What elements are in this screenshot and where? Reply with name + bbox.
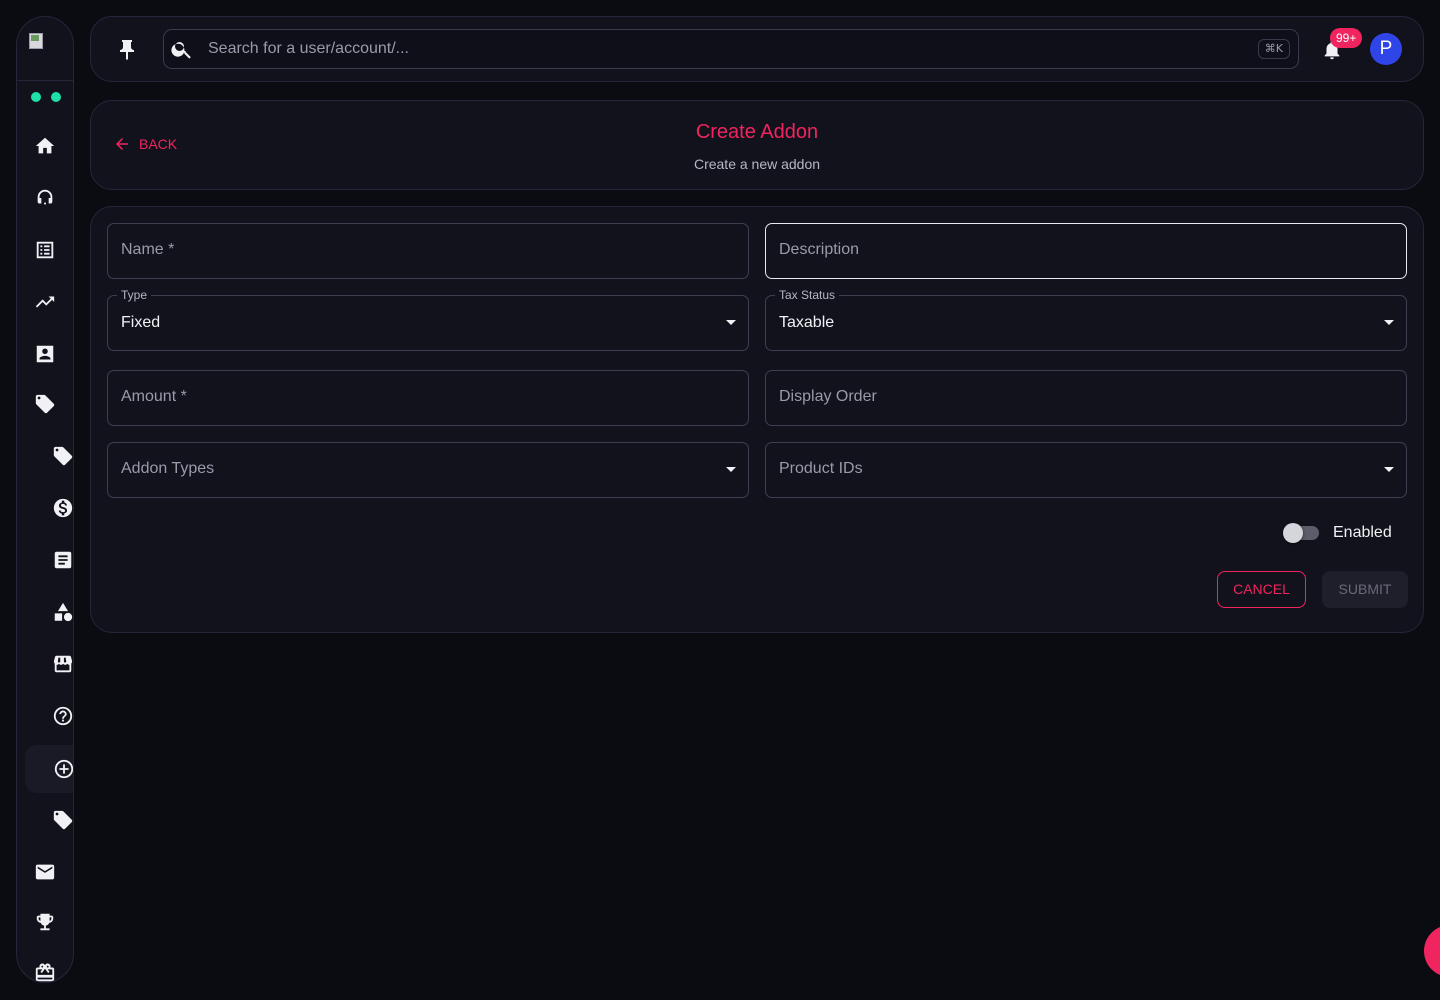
add-circle-icon: [54, 759, 73, 779]
submit-button[interactable]: SUBMIT: [1322, 571, 1408, 608]
sidebar-subitem-store[interactable]: [47, 648, 73, 680]
amount-placeholder: Amount *: [121, 388, 187, 405]
contact-card-icon: [36, 345, 54, 363]
search-icon: [170, 37, 194, 61]
logo-broken-image-icon: [29, 33, 47, 51]
addon-types-placeholder: Addon Types: [121, 460, 215, 477]
enabled-toggle[interactable]: [1283, 523, 1321, 543]
sidebar-item-home[interactable]: [29, 130, 61, 162]
sidebar-subitem-tags[interactable]: [47, 440, 73, 472]
name-placeholder: Name *: [121, 241, 175, 258]
status-dots: [31, 92, 61, 102]
sidebar-item-rewards[interactable]: [29, 906, 61, 938]
name-field[interactable]: Name *: [107, 223, 749, 279]
display-order-field[interactable]: Display Order: [765, 370, 1407, 426]
help-icon: [53, 706, 73, 726]
sidebar-item-contacts[interactable]: [29, 338, 61, 370]
page-title: Create Addon: [695, 121, 819, 143]
addon-types-select[interactable]: Addon Types: [107, 442, 749, 498]
sidebar-item-support[interactable]: [29, 182, 61, 214]
storefront-icon: [53, 655, 73, 673]
product-ids-placeholder: Product IDs: [779, 460, 863, 477]
sidebar-subitem-pricing[interactable]: [47, 492, 73, 524]
sidebar-item-mail[interactable]: [29, 856, 61, 888]
mail-icon: [35, 864, 55, 880]
caret-down-icon: [1384, 467, 1394, 472]
headset-icon: [37, 189, 53, 205]
home-icon: [35, 137, 55, 154]
search-input[interactable]: [208, 30, 1238, 68]
top-bar: ⌘K 99+ P: [90, 16, 1424, 82]
addon-form: Name * Description Type Fixed Tax Status…: [90, 206, 1424, 633]
tag-icon: [53, 446, 73, 466]
display-order-placeholder: Display Order: [779, 388, 877, 405]
page-header: BACK Create Addon Create a new addon: [90, 100, 1424, 190]
type-select[interactable]: Type Fixed: [107, 288, 749, 351]
list-icon: [36, 241, 54, 259]
description-field[interactable]: Description: [765, 223, 1407, 279]
tax-status-select[interactable]: Tax Status Taxable: [765, 288, 1407, 351]
sidebar-item-gift-cards[interactable]: [29, 957, 61, 982]
sidebar-item-analytics[interactable]: [29, 286, 61, 318]
avatar[interactable]: P: [1370, 33, 1402, 65]
shapes-icon: [54, 602, 73, 622]
tax-status-value: Taxable: [779, 314, 835, 331]
dollar-icon: [53, 498, 73, 518]
sidebar-subitem-tags-2[interactable]: [47, 804, 73, 836]
page-subtitle: Create a new addon: [693, 156, 821, 172]
tax-status-label: Tax Status: [775, 288, 840, 302]
product-ids-select[interactable]: Product IDs: [765, 442, 1407, 498]
notification-badge: 99+: [1330, 28, 1363, 48]
cancel-button[interactable]: CANCEL: [1217, 571, 1306, 608]
tag-icon: [35, 394, 55, 414]
description-placeholder: Description: [779, 241, 860, 258]
tag-icon: [53, 810, 73, 830]
trophy-icon: [36, 913, 54, 931]
sidebar-subitem-help[interactable]: [47, 700, 73, 732]
sidebar-subitem-categories[interactable]: [47, 596, 73, 628]
type-label: Type: [117, 288, 152, 302]
article-icon: [54, 551, 72, 569]
pin-icon: [120, 40, 134, 60]
sidebar-divider: [17, 80, 73, 81]
floating-action-button[interactable]: [1424, 925, 1440, 977]
caret-down-icon: [726, 467, 736, 472]
amount-field[interactable]: Amount *: [107, 370, 749, 426]
caret-down-icon: [726, 320, 736, 325]
shortcut-hint: ⌘K: [1257, 39, 1290, 59]
sidebar-item-tags[interactable]: [29, 388, 61, 420]
sidebar-item-list[interactable]: [29, 234, 61, 266]
enabled-label: Enabled: [1333, 524, 1392, 541]
enabled-toggle-row: Enabled: [1283, 523, 1392, 543]
sidebar-subitem-articles[interactable]: [47, 544, 73, 576]
gift-card-icon: [35, 963, 55, 982]
pin-button[interactable]: [115, 38, 139, 62]
sidebar-subitem-addons-selected[interactable]: [25, 745, 73, 793]
type-value: Fixed: [121, 314, 161, 331]
status-dot-icon: [31, 92, 41, 102]
toggle-thumb: [1283, 523, 1303, 543]
status-dot-icon: [51, 92, 61, 102]
search-bar[interactable]: ⌘K: [163, 29, 1299, 69]
caret-down-icon: [1384, 320, 1394, 325]
trending-up-icon: [35, 296, 55, 308]
sidebar: [16, 16, 74, 983]
